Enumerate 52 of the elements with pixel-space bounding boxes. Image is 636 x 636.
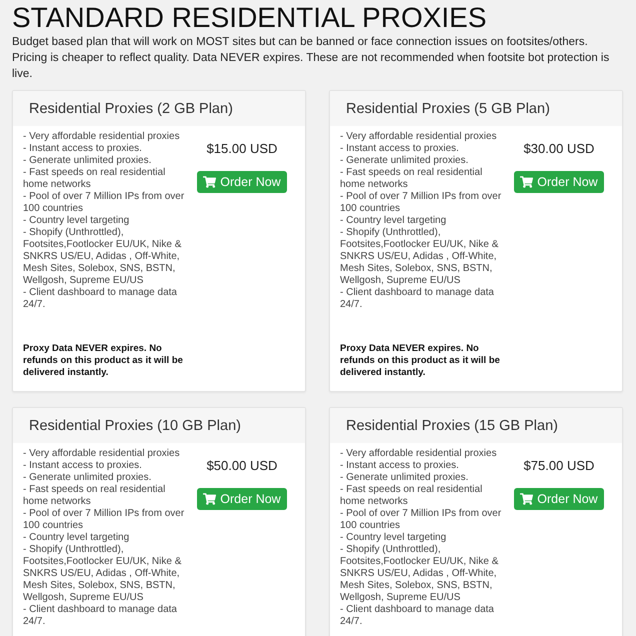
feature-text: - Client dashboard to manage data 24/7.: [340, 287, 495, 311]
feature-text: - Very affordable residential proxies: [23, 448, 181, 460]
feature-text: - Pool of over 7 Million IPs from over 100 countries: [23, 191, 186, 215]
feature-text: - Generate unlimited proxies.: [23, 155, 152, 167]
plan-title: Residential Proxies (5 GB Plan): [346, 100, 550, 118]
refund-note: Proxy Data NEVER expires. No refunds on this product as it will be delivered instantly.: [340, 343, 501, 379]
feature-text: - Very affordable residential proxies: [340, 131, 498, 143]
price-text: $30.00 USD: [524, 141, 594, 157]
feature-text: - Country level targeting: [340, 532, 448, 544]
feature-text: - Instant access to proxies.: [23, 143, 143, 155]
price-text: $50.00 USD: [206, 458, 278, 474]
refund-note: Proxy Data NEVER expires. No refunds on this product as it will be delivered instantly.: [23, 343, 184, 379]
cart-icon: [203, 176, 216, 188]
feature-text: - Shopify (Unthrottled), Footsites,Footlocker EU/UK, Nike & SNKRS US/EU, Adidas , Off-White, Mesh Sites, Solebox, SNS, BSTN, Wellgosh, Supreme EU/US: [23, 227, 182, 287]
feature-text: - Very affordable residential proxies: [23, 131, 181, 143]
feature-text: - Country level targeting: [340, 215, 448, 227]
feature-text: - Generate unlimited proxies.: [23, 472, 152, 484]
feature-text: - Instant access to proxies.: [340, 460, 460, 472]
price-text: $15.00 USD: [206, 141, 278, 157]
order-button[interactable]: Order Now: [514, 171, 604, 193]
feature-text: - Fast speeds on real residential home networks: [23, 167, 166, 191]
feature-text: - Fast speeds on real residential home networks: [23, 484, 166, 508]
cart-icon: [520, 493, 534, 505]
feature-text: - Fast speeds on real residential home networks: [340, 484, 484, 508]
order-button[interactable]: Order Now: [514, 488, 604, 510]
cart-icon: [203, 493, 216, 505]
feature-text: - Instant access to proxies.: [23, 460, 143, 472]
feature-text: - Pool of over 7 Million IPs from over 100 countries: [23, 508, 186, 532]
feature-text: - Client dashboard to manage data 24/7.: [23, 604, 178, 628]
order-button[interactable]: Order Now: [197, 171, 287, 193]
feature-text: - Shopify (Unthrottled), Footsites,Footlocker EU/UK, Nike & SNKRS US/EU, Adidas , Off-White, Mesh Sites, Solebox, SNS, BSTN, Wellgosh, Supreme EU/US: [340, 227, 500, 287]
plan-title: Residential Proxies (10 GB Plan): [29, 416, 241, 434]
feature-text: - Generate unlimited proxies.: [340, 472, 470, 484]
feature-text: - Pool of over 7 Million IPs from over 100 countries: [340, 508, 502, 532]
feature-text: - Shopify (Unthrottled), Footsites,Footlocker EU/UK, Nike & SNKRS US/EU, Adidas , Off-White, Mesh Sites, Solebox, SNS, BSTN, Wellgosh, Supreme EU/US: [23, 544, 182, 604]
plan-title: Residential Proxies (2 GB Plan): [29, 100, 233, 118]
page-description: Budget based plan that will work on MOST sites but can be banned or face connection issues on footsites/others. Pricing is cheaper to reflect quality. Data NEVER expires. These are not recommended when footsite bot protection is live.: [12, 35, 610, 82]
feature-text: - Client dashboard to manage data 24/7.: [340, 604, 495, 628]
feature-text: - Client dashboard to manage data 24/7.: [23, 287, 178, 311]
page-title: STANDARD RESIDENTIAL PROXIES: [12, 2, 488, 34]
cart-icon: [520, 176, 534, 188]
price-text: $75.00 USD: [524, 458, 594, 474]
feature-text: - Country level targeting: [23, 215, 130, 227]
plan-title: Residential Proxies (15 GB Plan): [346, 416, 558, 434]
feature-text: - Pool of over 7 Million IPs from over 100 countries: [340, 191, 502, 215]
feature-text: - Shopify (Unthrottled), Footsites,Footlocker EU/UK, Nike & SNKRS US/EU, Adidas , Off-White, Mesh Sites, Solebox, SNS, BSTN, Wellgosh, Supreme EU/US: [340, 544, 500, 604]
feature-text: - Country level targeting: [23, 532, 130, 544]
feature-text: - Very affordable residential proxies: [340, 448, 498, 460]
feature-text: - Fast speeds on real residential home networks: [340, 167, 484, 191]
feature-text: - Generate unlimited proxies.: [340, 155, 470, 167]
feature-text: - Instant access to proxies.: [340, 143, 460, 155]
order-button[interactable]: Order Now: [197, 488, 287, 510]
